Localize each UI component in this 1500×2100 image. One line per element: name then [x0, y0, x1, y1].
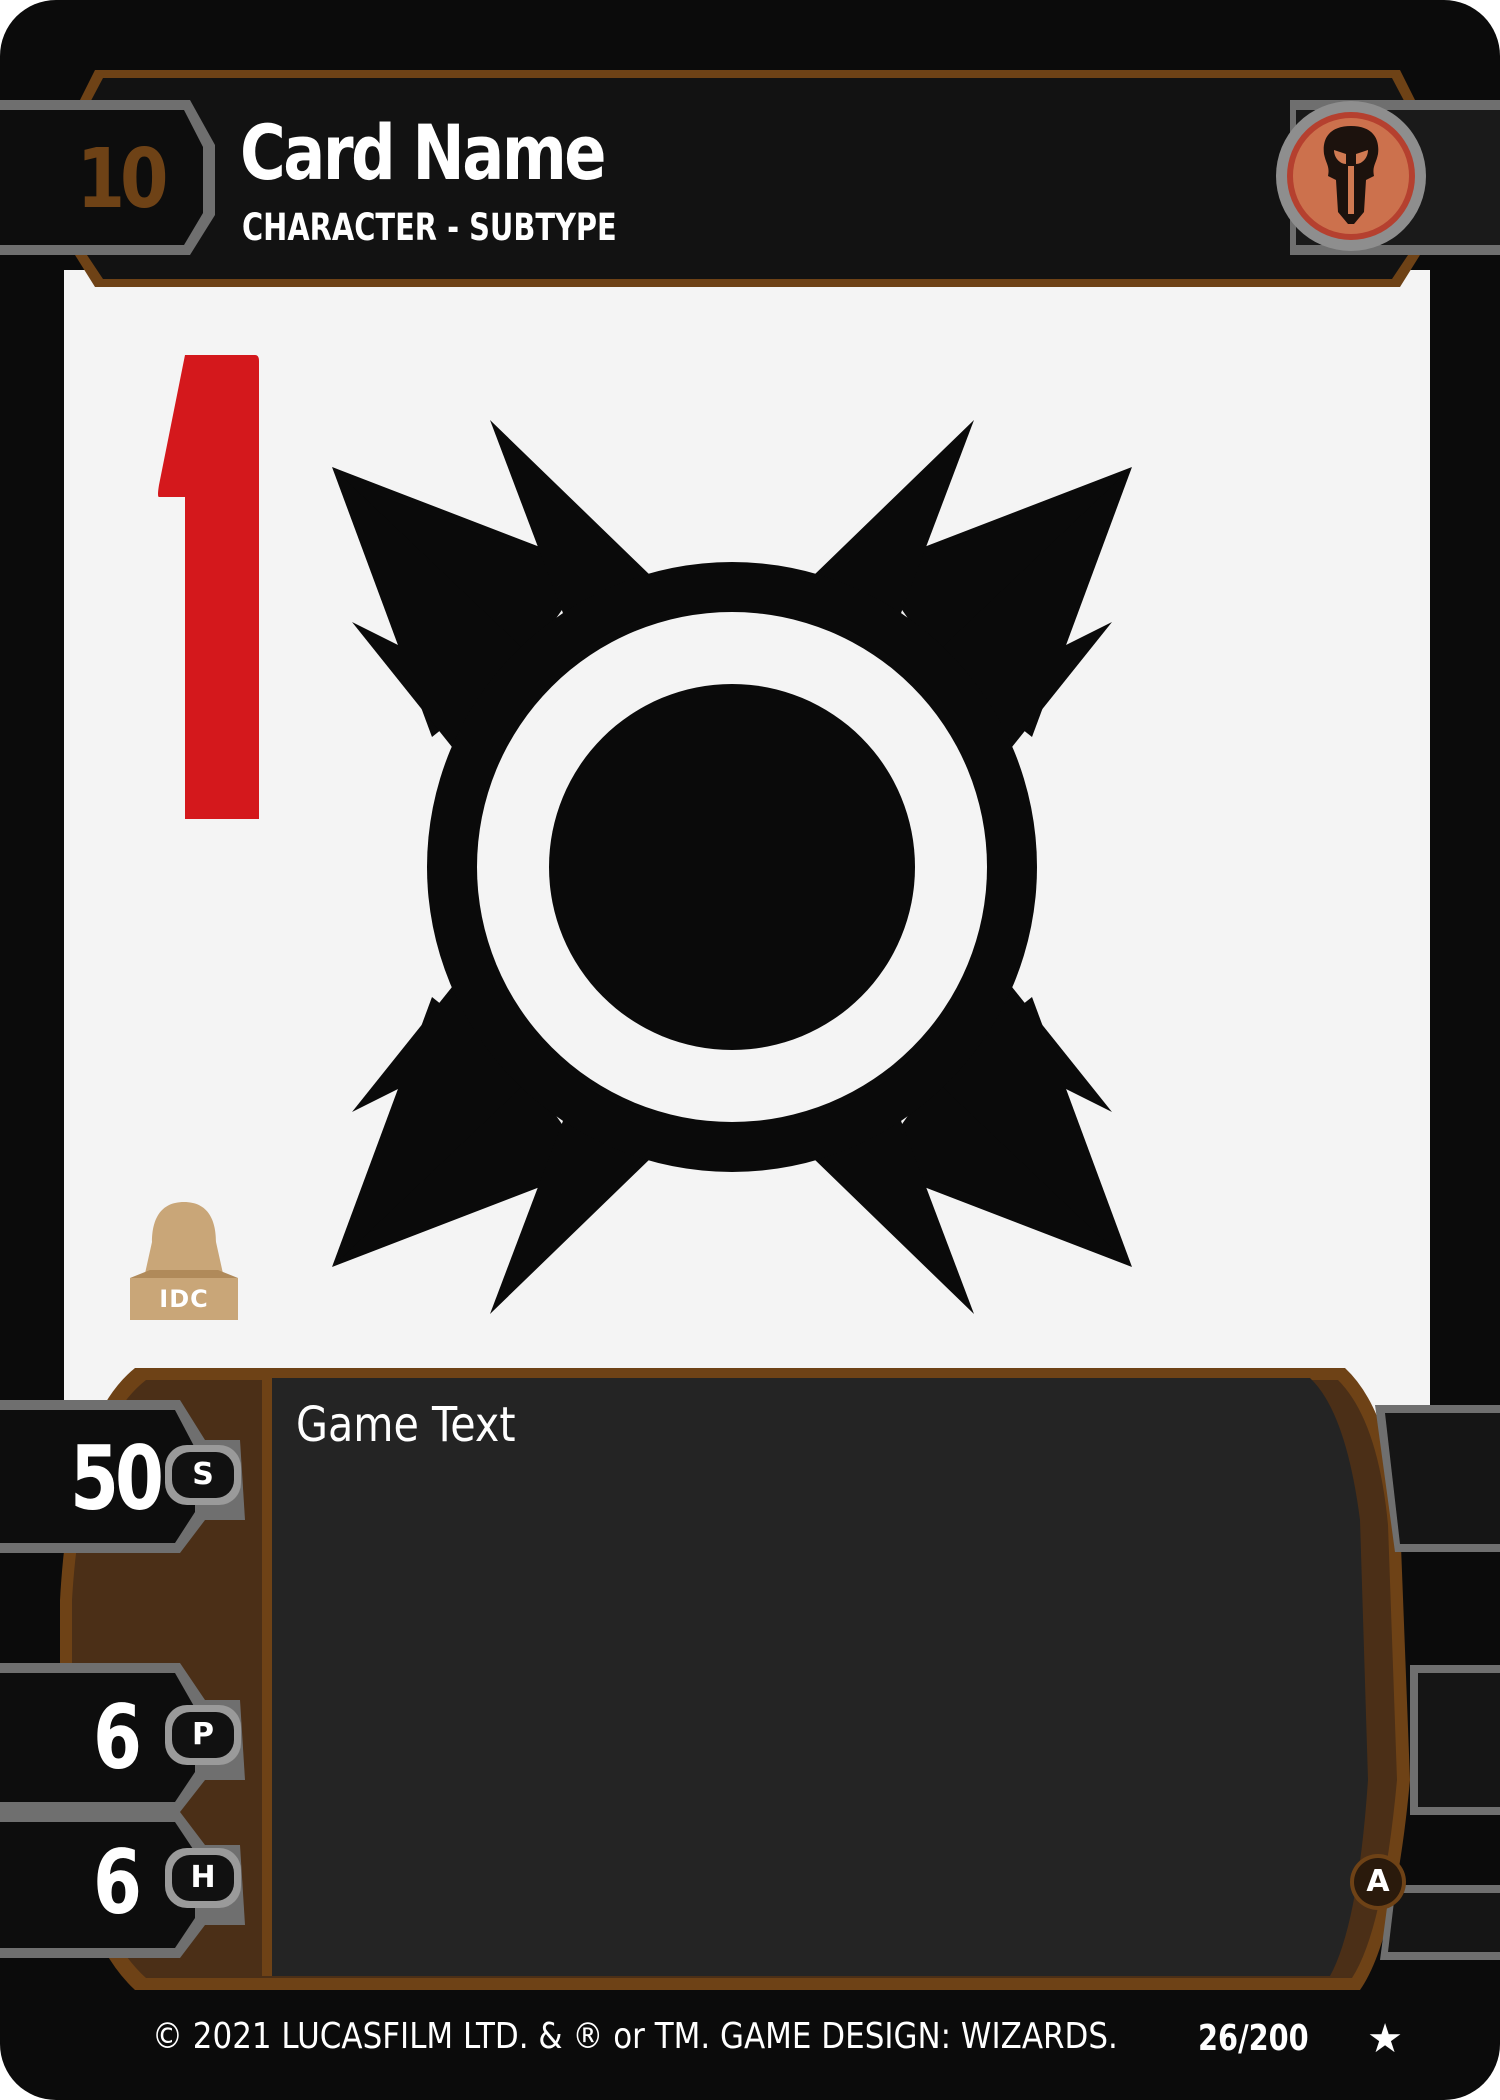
affiliation-badge-label: IDC — [159, 1285, 209, 1313]
copyright-text: © 2021 LUCASFILM LTD. & ® or TM. GAME DE… — [152, 2016, 1118, 2057]
card-type-line: CHARACTER - SUBTYPE — [242, 206, 617, 249]
stat-value-h: 6 — [93, 1831, 142, 1934]
stat-value-p: 6 — [93, 1686, 142, 1789]
mandalorian-skull-icon — [1323, 126, 1379, 224]
collector-number: 26/200 — [1198, 2018, 1309, 2059]
card: Card Name CHARACTER - SUBTYPE 10 IDC Gam… — [0, 0, 1500, 2100]
star-icon: ★ — [1367, 2016, 1403, 2062]
rarity-badge: A — [1366, 1864, 1390, 1899]
card-cost: 10 — [76, 132, 169, 227]
red-number-one — [158, 355, 259, 819]
card-game-text: Game Text — [296, 1397, 516, 1453]
stat-value-s: 50 — [70, 1427, 164, 1530]
stat-letter-s: S — [192, 1457, 214, 1492]
sith-emblem-icon — [332, 420, 1132, 1314]
stat-letter-p: P — [192, 1717, 214, 1752]
stat-letter-h: H — [190, 1860, 216, 1895]
card-name: Card Name — [240, 108, 607, 197]
